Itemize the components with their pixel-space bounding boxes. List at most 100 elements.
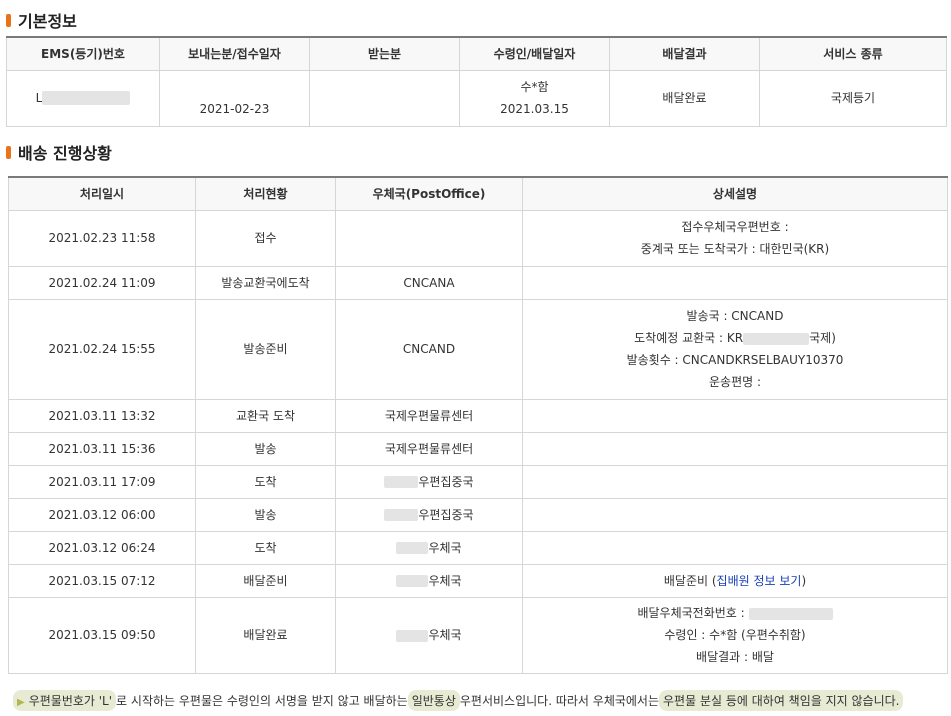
ems-number-cell: L xyxy=(6,69,160,127)
table-row: 2021.03.11 15:36 발송 국제우편물류센터 xyxy=(8,431,948,466)
row-office: 우체국 xyxy=(335,563,523,598)
row-status: 발송준비 xyxy=(195,298,336,400)
receiver-cell xyxy=(309,69,460,127)
tracking-title-text: 배송 진행상황 xyxy=(18,144,112,163)
row-status: 도착 xyxy=(195,464,336,499)
row-status: 발송 xyxy=(195,431,336,466)
redacted-block xyxy=(384,476,419,488)
recipient-cell: 수*함 2021.03.15 xyxy=(459,69,610,127)
tracking-table: 처리일시 처리현황 우체국(PostOffice) 상세설명 2021.02.2… xyxy=(8,176,948,674)
row-office: 국제우편물류센터 xyxy=(335,431,523,466)
redacted-block xyxy=(42,91,131,105)
row-date: 2021.03.15 09:50 xyxy=(8,596,196,674)
detail-line: 배달결과 : 배달 xyxy=(696,650,774,664)
redacted-block xyxy=(743,332,810,345)
detail-line: 중계국 또는 도착국가 : 대한민국(KR) xyxy=(640,242,830,256)
header-recipient-date: 수령인/배달일자 xyxy=(459,36,610,71)
row-status: 도착 xyxy=(195,530,336,565)
table-row: 2021.03.12 06:24 도착 우체국 xyxy=(8,530,948,565)
delivery-date: 2021.03.15 xyxy=(500,102,569,116)
header-sender-date: 보내는분/접수일자 xyxy=(159,36,310,71)
row-detail xyxy=(522,497,948,532)
detail-suffix: 국제) xyxy=(809,331,836,345)
row-date: 2021.03.11 13:32 xyxy=(8,398,196,433)
basic-data-row: L 2021-02-23 수*함 2021.03.15 배달완료 국제등기 xyxy=(6,69,947,127)
row-detail: 발송국 : CNCAND 도착예정 교환국 : KR 국제) 발송횟수 : CNC… xyxy=(522,298,948,400)
row-date: 2021.02.23 11:58 xyxy=(8,209,196,267)
redacted-block xyxy=(396,575,429,587)
notice-part4: 우편서비스입니다. 따라서 우체국에서는 xyxy=(459,694,660,708)
office-name: 우체국 xyxy=(428,573,462,588)
office-name: 우체국 xyxy=(428,628,462,642)
detail-line: 발송국 : CNCAND xyxy=(686,309,784,323)
table-row: 2021.03.12 06:00 발송 우편집중국 xyxy=(8,497,948,532)
office-name: 우체국 xyxy=(428,540,462,555)
row-status: 교환국 도착 xyxy=(195,398,336,433)
row-status: 발송 xyxy=(195,497,336,532)
header-process-date: 처리일시 xyxy=(8,176,196,211)
row-office xyxy=(335,209,523,267)
table-row: 2021.03.11 17:09 도착 우편집중국 xyxy=(8,464,948,499)
row-detail xyxy=(522,530,948,565)
ems-number-prefix: L xyxy=(35,90,43,105)
basic-info-title-text: 기본정보 xyxy=(18,12,77,31)
detail-line: 도착예정 교환국 : KR 국제) xyxy=(523,327,947,349)
row-date: 2021.03.12 06:24 xyxy=(8,530,196,565)
notice-part1: 우편물번호가 'L' xyxy=(28,694,113,708)
notice-part2: 로 시작하는 우편물은 수령인의 서명을 받지 않고 배달하는 xyxy=(116,694,408,708)
table-row: 2021.02.24 11:09 발송교환국에도착 CNCANA xyxy=(8,265,948,300)
row-date: 2021.03.11 15:36 xyxy=(8,431,196,466)
notice-highlight-2: 일반통상 xyxy=(407,690,460,711)
notice-highlight-3: 우편물 분실 등에 대하여 책임을 지지 않습니다. xyxy=(659,690,904,711)
row-detail xyxy=(522,464,948,499)
office-name: 우편집중국 xyxy=(418,474,474,489)
header-ems-number: EMS(등기)번호 xyxy=(6,36,160,71)
tracking-header-row: 처리일시 처리현황 우체국(PostOffice) 상세설명 xyxy=(8,176,948,211)
detail-line: 접수우체국우편번호 : xyxy=(681,220,789,234)
row-office: 국제우편물류센터 xyxy=(335,398,523,433)
redacted-block xyxy=(396,542,429,554)
row-date: 2021.02.24 15:55 xyxy=(8,298,196,400)
row-date: 2021.03.11 17:09 xyxy=(8,464,196,499)
accept-date-cell: 2021-02-23 xyxy=(159,69,310,127)
table-row: 2021.02.23 11:58 접수 접수우체국우편번호 : 중계국 또는 도… xyxy=(8,209,948,267)
row-status: 접수 xyxy=(195,209,336,267)
table-row: 2021.03.15 09:50 배달완료 우체국 배달우체국전화번호 : 수령… xyxy=(8,596,948,674)
carrier-info-link[interactable]: 집배원 정보 보기 xyxy=(717,574,802,588)
row-detail xyxy=(522,431,948,466)
row-detail xyxy=(522,398,948,433)
basic-info-table: EMS(등기)번호 보내는분/접수일자 받는분 수령인/배달일자 배달결과 서비… xyxy=(6,36,947,127)
detail-line: 운송편명 : xyxy=(708,375,762,389)
row-detail: 접수우체국우편번호 : 중계국 또는 도착국가 : 대한민국(KR) xyxy=(522,209,948,267)
table-row: 2021.03.11 13:32 교환국 도착 국제우편물류센터 xyxy=(8,398,948,433)
redacted-block xyxy=(748,607,833,620)
row-office: 우체국 xyxy=(335,596,523,674)
detail-prefix: 도착예정 교환국 : KR xyxy=(634,331,744,345)
detail-text: 배달준비 ( xyxy=(663,573,717,588)
arrow-right-icon: ▶ xyxy=(17,697,25,708)
bullet-icon xyxy=(6,145,11,159)
header-detail: 상세설명 xyxy=(522,176,948,211)
row-date: 2021.03.15 07:12 xyxy=(8,563,196,598)
header-receiver: 받는분 xyxy=(309,36,460,71)
row-office: CNCAND xyxy=(335,298,523,400)
row-detail: 배달우체국전화번호 : 수령인 : 수*함 (우편수취함) 배달결과 : 배달 xyxy=(522,596,948,674)
redacted-block xyxy=(384,509,419,521)
detail-close: ) xyxy=(801,573,807,588)
row-date: 2021.02.24 11:09 xyxy=(8,265,196,300)
row-office: CNCANA xyxy=(335,265,523,300)
detail-line: 배달우체국전화번호 : xyxy=(523,602,947,624)
redacted-block xyxy=(396,629,429,642)
accept-date: 2021-02-23 xyxy=(199,101,270,116)
row-office: 우편집중국 xyxy=(335,464,523,499)
row-date: 2021.03.12 06:00 xyxy=(8,497,196,532)
header-result: 배달결과 xyxy=(609,36,760,71)
recipient-name: 수*함 xyxy=(520,80,549,94)
notice-line: ▶ 우편물번호가 'L' 로 시작하는 우편물은 수령인의 서명을 받지 않고 배달… xyxy=(13,690,904,711)
table-row: 2021.02.24 15:55 발송준비 CNCAND 발송국 : CNCAN… xyxy=(8,298,948,400)
row-office: 우체국 xyxy=(335,530,523,565)
row-detail xyxy=(522,265,948,300)
notice-highlight-1: ▶ 우편물번호가 'L' xyxy=(13,690,117,711)
row-status: 발송교환국에도착 xyxy=(195,265,336,300)
basic-info-title: 기본정보 xyxy=(6,8,77,32)
